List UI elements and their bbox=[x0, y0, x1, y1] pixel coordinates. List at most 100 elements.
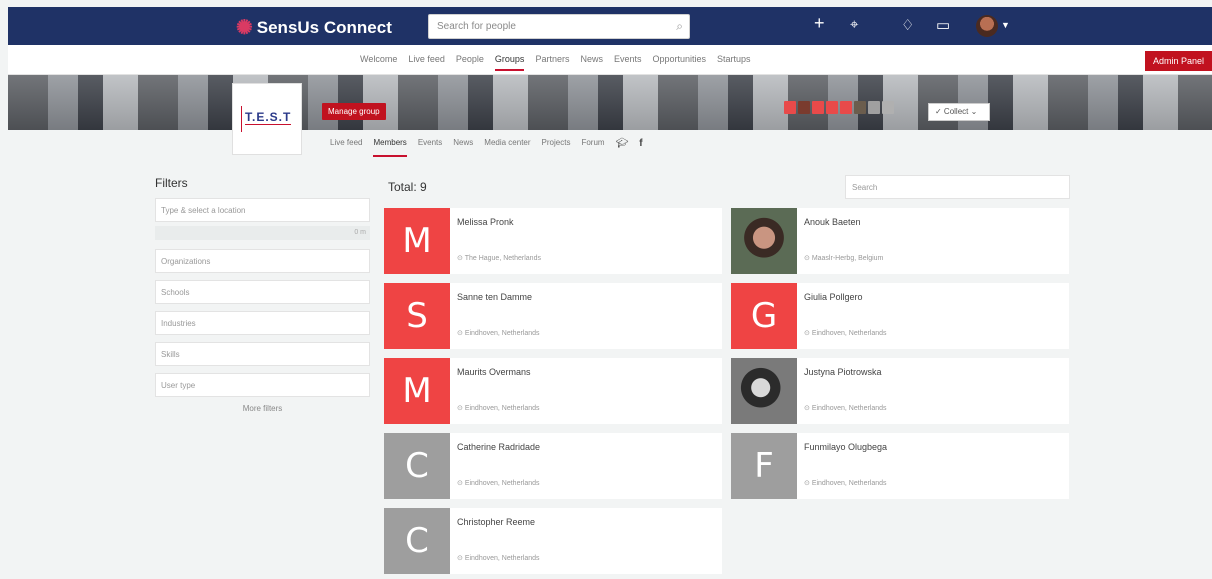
location-pin-icon: ⊙ bbox=[804, 405, 812, 412]
user-type-filter[interactable]: User type bbox=[155, 373, 370, 397]
member-mini-avatar[interactable] bbox=[868, 101, 880, 114]
member-initial-avatar: M bbox=[384, 358, 450, 424]
people-search-placeholder: Search for people bbox=[437, 21, 516, 32]
organizations-filter[interactable]: Organizations bbox=[155, 249, 370, 273]
admin-panel-button[interactable]: Admin Panel bbox=[1144, 51, 1212, 71]
nav-item-news[interactable]: News bbox=[580, 54, 603, 71]
member-name[interactable]: Sanne ten Damme bbox=[457, 292, 532, 302]
member-name[interactable]: Christopher Reeme bbox=[457, 517, 535, 527]
member-location: Eindhoven, Netherlands bbox=[464, 555, 540, 562]
member-initial-avatar: S bbox=[384, 283, 450, 349]
location-pin-icon: ⊙ bbox=[804, 480, 812, 487]
member-name[interactable]: Catherine Radridade bbox=[457, 442, 540, 452]
member-name[interactable]: Anouk Baeten bbox=[804, 217, 861, 227]
nav-item-welcome[interactable]: Welcome bbox=[360, 54, 397, 71]
location-pin-icon: ⊙ bbox=[804, 330, 812, 337]
member-card[interactable]: Justyna Piotrowska ⊙ Eindhoven, Netherla… bbox=[731, 358, 1069, 424]
member-card[interactable]: C Catherine Radridade ⊙ Eindhoven, Nethe… bbox=[384, 433, 722, 499]
member-card[interactable]: C Christopher Reeme ⊙ Eindhoven, Netherl… bbox=[384, 508, 722, 574]
nav-item-groups[interactable]: Groups bbox=[494, 54, 525, 71]
nav-item-opportunities[interactable]: Opportunities bbox=[652, 54, 706, 71]
members-total: Total: 9 bbox=[388, 180, 427, 194]
member-card[interactable]: M Melissa Pronk ⊙ The Hague, Netherlands bbox=[384, 208, 722, 274]
member-location: Eindhoven, Netherlands bbox=[811, 480, 887, 487]
member-mini-avatar[interactable] bbox=[784, 101, 796, 114]
logo-line-icon bbox=[241, 106, 244, 132]
distance-slider[interactable]: 0 m bbox=[155, 226, 370, 240]
member-initial-avatar: G bbox=[731, 283, 797, 349]
tab-members[interactable]: Members bbox=[373, 138, 407, 157]
facebook-icon[interactable]: f bbox=[639, 138, 642, 157]
map-pin-icon[interactable]: ⌖ bbox=[850, 16, 858, 33]
nav-item-events[interactable]: Events bbox=[614, 54, 642, 71]
member-avatar-strip bbox=[784, 101, 894, 114]
location-pin-icon: ⊙ bbox=[457, 555, 465, 562]
member-name[interactable]: Justyna Piotrowska bbox=[804, 367, 882, 377]
location-pin-icon: ⊙ bbox=[804, 255, 812, 262]
group-tabs: Live feed Members Events News Media cent… bbox=[330, 138, 643, 157]
member-mini-avatar[interactable] bbox=[882, 101, 894, 114]
user-avatar[interactable] bbox=[976, 15, 998, 37]
skills-filter[interactable]: Skills bbox=[155, 342, 370, 366]
location-input[interactable]: Type & select a location bbox=[155, 198, 370, 222]
people-search-input[interactable]: Search for people ⌕ bbox=[428, 14, 690, 39]
member-initial-avatar: M bbox=[384, 208, 450, 274]
member-card[interactable]: Anouk Baeten ⊙ Maaslr-Herbg, Belgium bbox=[731, 208, 1069, 274]
chevron-down-icon[interactable]: ▼ bbox=[1001, 20, 1010, 30]
member-location: Eindhoven, Netherlands bbox=[464, 405, 540, 412]
chat-icon[interactable]: ▭ bbox=[936, 16, 950, 34]
tab-live-feed[interactable]: Live feed bbox=[330, 138, 362, 157]
member-mini-avatar[interactable] bbox=[826, 101, 838, 114]
nav-item-partners[interactable]: Partners bbox=[535, 54, 569, 71]
tab-forum[interactable]: Forum bbox=[581, 138, 604, 157]
members-search-input[interactable]: Search bbox=[845, 175, 1070, 199]
member-mini-avatar[interactable] bbox=[798, 101, 810, 114]
member-name[interactable]: Funmilayo Olugbega bbox=[804, 442, 887, 452]
member-name[interactable]: Giulia Pollgero bbox=[804, 292, 863, 302]
brand-logo[interactable]: ✺ SensUs Connect bbox=[236, 15, 392, 40]
tab-media-center[interactable]: Media center bbox=[484, 138, 530, 157]
brand-name: SensUs Connect bbox=[256, 17, 392, 37]
group-cover-image bbox=[8, 75, 1212, 130]
industries-filter[interactable]: Industries bbox=[155, 311, 370, 335]
member-mini-avatar[interactable] bbox=[854, 101, 866, 114]
manage-group-button[interactable]: Manage group bbox=[322, 103, 386, 120]
filters-panel: Filters Type & select a location 0 m Org… bbox=[155, 176, 370, 413]
tab-news[interactable]: News bbox=[453, 138, 473, 157]
collect-button[interactable]: ✓ Collect ⌄ bbox=[928, 103, 990, 121]
member-card[interactable]: S Sanne ten Damme ⊙ Eindhoven, Netherlan… bbox=[384, 283, 722, 349]
top-bar: ✺ SensUs Connect Search for people ⌕ + ⌖… bbox=[8, 7, 1212, 45]
member-initial-avatar: C bbox=[384, 508, 450, 574]
nav-item-startups[interactable]: Startups bbox=[717, 54, 751, 71]
schools-filter[interactable]: Schools bbox=[155, 280, 370, 304]
member-location: Maaslr-Herbg, Belgium bbox=[811, 255, 884, 262]
member-card[interactable]: G Giulia Pollgero ⊙ Eindhoven, Netherlan… bbox=[731, 283, 1069, 349]
member-photo bbox=[731, 208, 797, 274]
location-pin-icon: ⊙ bbox=[457, 405, 465, 412]
bell-icon[interactable]: ♢ bbox=[901, 16, 914, 34]
member-name[interactable]: Melissa Pronk bbox=[457, 217, 514, 227]
member-mini-avatar[interactable] bbox=[840, 101, 852, 114]
plus-icon[interactable]: + bbox=[814, 13, 825, 34]
member-initial-avatar: C bbox=[384, 433, 450, 499]
tab-projects[interactable]: Projects bbox=[542, 138, 571, 157]
distance-value: 0 m bbox=[354, 229, 366, 236]
member-card[interactable]: M Maurits Overmans ⊙ Eindhoven, Netherla… bbox=[384, 358, 722, 424]
nav-item-live-feed[interactable]: Live feed bbox=[408, 54, 445, 71]
member-mini-avatar[interactable] bbox=[812, 101, 824, 114]
member-location: Eindhoven, Netherlands bbox=[811, 405, 887, 412]
location-pin-icon: ⊙ bbox=[457, 255, 465, 262]
member-photo bbox=[731, 358, 797, 424]
member-location: The Hague, Netherlands bbox=[464, 255, 541, 262]
member-name[interactable]: Maurits Overmans bbox=[457, 367, 531, 377]
member-card[interactable]: F Funmilayo Olugbega ⊙ Eindhoven, Nether… bbox=[731, 433, 1069, 499]
location-pin-icon: ⊙ bbox=[457, 330, 465, 337]
search-icon[interactable]: ⌕ bbox=[676, 19, 683, 34]
tab-events[interactable]: Events bbox=[418, 138, 442, 157]
main-navigation: Welcome Live feed People Groups Partners… bbox=[8, 45, 1212, 75]
graduation-cap-icon[interactable]: 🎓︎ bbox=[616, 138, 629, 157]
more-filters-link[interactable]: More filters bbox=[155, 404, 370, 413]
location-pin-icon: ⊙ bbox=[457, 480, 465, 487]
nav-item-people[interactable]: People bbox=[456, 54, 484, 71]
filters-title: Filters bbox=[155, 176, 188, 190]
